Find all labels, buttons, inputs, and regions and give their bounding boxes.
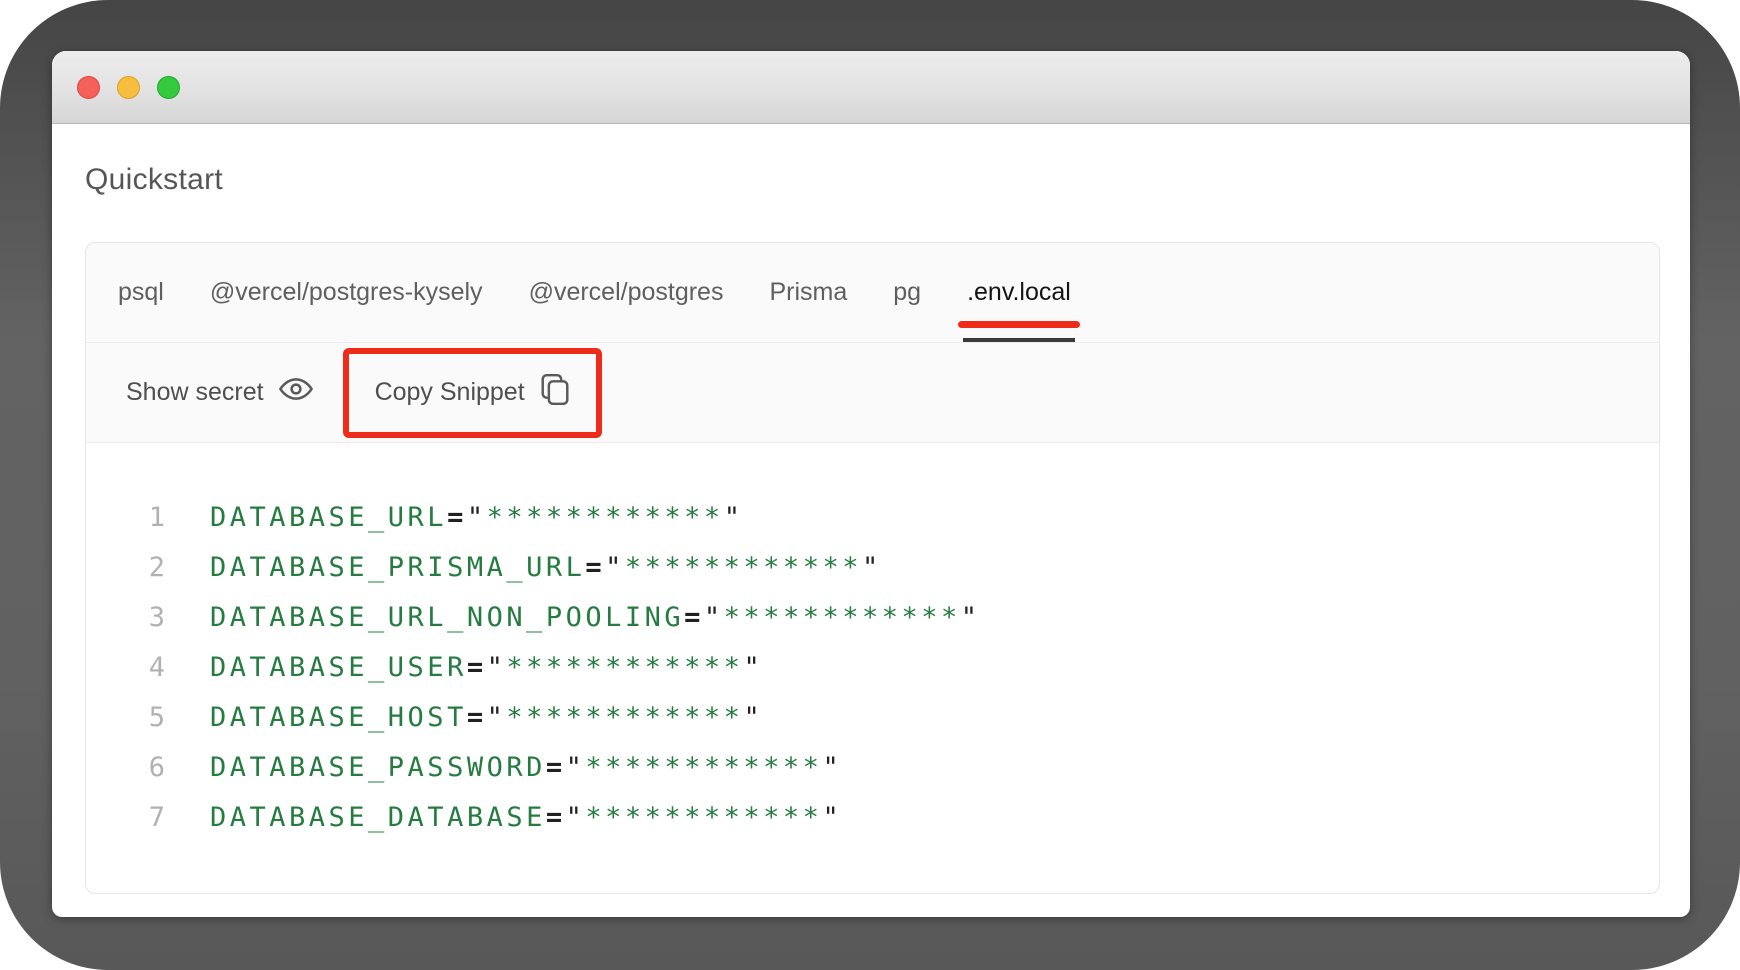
tab-vercel-postgres-kysely[interactable]: @vercel/postgres-kysely	[210, 243, 483, 342]
env-key: DATABASE_HOST	[210, 702, 467, 733]
close-quote: "	[822, 752, 842, 783]
tab-pg[interactable]: pg	[893, 243, 921, 342]
zoom-button[interactable]	[157, 76, 180, 99]
env-key: DATABASE_USER	[210, 652, 467, 683]
code-line: 7 DATABASE_DATABASE="************"	[86, 792, 1659, 842]
close-quote: "	[862, 552, 882, 583]
env-key: DATABASE_URL_NON_POOLING	[210, 602, 684, 633]
tab-env-local-label: .env.local	[967, 278, 1071, 307]
env-key: DATABASE_URL	[210, 502, 447, 533]
close-quote: "	[743, 652, 763, 683]
equals-sign: =	[447, 502, 467, 533]
equals-sign: =	[467, 652, 487, 683]
open-quote: "	[487, 702, 507, 733]
masked-value: ************	[585, 752, 822, 783]
show-secret-label: Show secret	[126, 378, 264, 407]
equals-sign: =	[546, 802, 566, 833]
open-quote: "	[566, 802, 586, 833]
equals-sign: =	[467, 702, 487, 733]
tab-psql[interactable]: psql	[118, 243, 164, 342]
line-number: 1	[86, 502, 165, 533]
page-title: Quickstart	[85, 163, 1690, 197]
masked-value: ************	[506, 652, 743, 683]
line-number: 5	[86, 702, 165, 733]
close-quote: "	[724, 502, 744, 533]
code-line: 1 DATABASE_URL="************"	[86, 492, 1659, 542]
line-number: 6	[86, 752, 165, 783]
equals-sign: =	[546, 752, 566, 783]
close-quote: "	[822, 802, 842, 833]
copy-snippet-label: Copy Snippet	[375, 378, 525, 407]
masked-value: ************	[625, 552, 862, 583]
masked-value: ************	[585, 802, 822, 833]
copy-snippet-annotation-box: Copy Snippet	[343, 348, 602, 438]
close-button[interactable]	[77, 76, 100, 99]
code-line: 2 DATABASE_PRISMA_URL="************"	[86, 542, 1659, 592]
masked-value: ************	[506, 702, 743, 733]
open-quote: "	[704, 602, 724, 633]
close-quote: "	[961, 602, 981, 633]
equals-sign: =	[585, 552, 605, 583]
masked-value: ************	[487, 502, 724, 533]
window-titlebar	[52, 51, 1690, 124]
line-number: 2	[86, 552, 165, 583]
masked-value: ************	[724, 602, 961, 633]
close-quote: "	[743, 702, 763, 733]
line-number: 7	[86, 802, 165, 833]
code-block: 1 DATABASE_URL="************" 2 DATABASE…	[86, 443, 1659, 842]
line-number: 3	[86, 602, 165, 633]
copy-snippet-button[interactable]: Copy Snippet	[375, 373, 570, 413]
toolbar: Show secret Copy Snippet	[86, 343, 1659, 443]
open-quote: "	[487, 652, 507, 683]
screenshot-canvas: Quickstart psql @vercel/postgres-kysely …	[0, 0, 1740, 970]
code-line: 6 DATABASE_PASSWORD="************"	[86, 742, 1659, 792]
code-line: 4 DATABASE_USER="************"	[86, 642, 1659, 692]
tab-bar: psql @vercel/postgres-kysely @vercel/pos…	[86, 243, 1659, 343]
app-window: Quickstart psql @vercel/postgres-kysely …	[52, 51, 1690, 917]
open-quote: "	[605, 552, 625, 583]
annotation-underline	[958, 321, 1080, 328]
minimize-button[interactable]	[117, 76, 140, 99]
open-quote: "	[566, 752, 586, 783]
code-line: 5 DATABASE_HOST="************"	[86, 692, 1659, 742]
env-key: DATABASE_PASSWORD	[210, 752, 546, 783]
code-line: 3 DATABASE_URL_NON_POOLING="************…	[86, 592, 1659, 642]
tab-env-local[interactable]: .env.local	[967, 243, 1071, 342]
equals-sign: =	[684, 602, 704, 633]
copy-icon	[540, 373, 570, 413]
open-quote: "	[467, 502, 487, 533]
line-number: 4	[86, 652, 165, 683]
tab-prisma[interactable]: Prisma	[769, 243, 847, 342]
tab-vercel-postgres[interactable]: @vercel/postgres	[529, 243, 724, 342]
quickstart-panel: psql @vercel/postgres-kysely @vercel/pos…	[85, 242, 1660, 894]
window-outer-frame: Quickstart psql @vercel/postgres-kysely …	[0, 0, 1740, 970]
show-secret-button[interactable]: Show secret	[126, 376, 313, 409]
env-key: DATABASE_PRISMA_URL	[210, 552, 585, 583]
env-key: DATABASE_DATABASE	[210, 802, 546, 833]
eye-icon	[279, 376, 313, 409]
